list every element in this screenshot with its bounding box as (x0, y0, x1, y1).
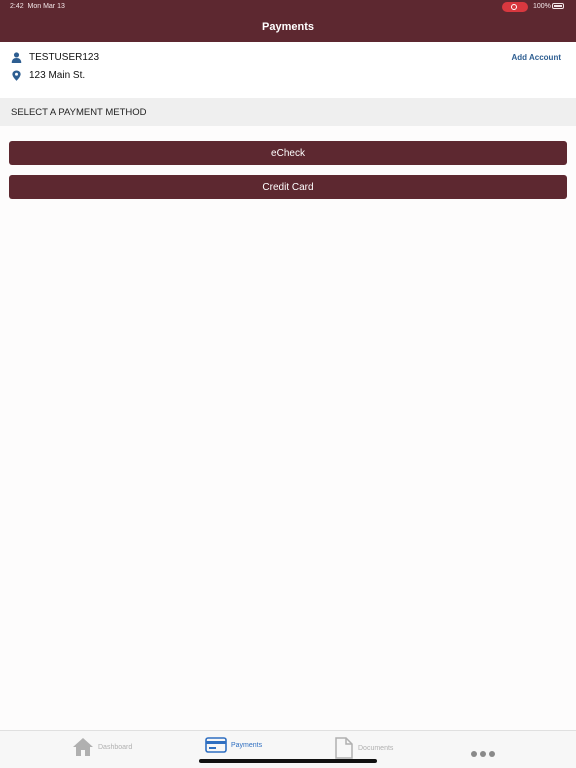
tab-dashboard-label: Dashboard (98, 743, 133, 751)
account-summary: TESTUSER123 123 Main St. Add Account (0, 42, 576, 98)
tab-payments[interactable]: Payments (205, 737, 262, 753)
battery-percent: 100% (533, 3, 551, 10)
more-dot (489, 751, 495, 757)
account-username: TESTUSER123 (29, 52, 100, 63)
document-icon (335, 737, 353, 759)
location-pin-icon (12, 70, 21, 81)
section-title: SELECT A PAYMENT METHOD (11, 107, 147, 118)
person-icon (11, 52, 22, 63)
status-time-text: 2:42 (10, 3, 24, 10)
account-address-row: 123 Main St. (11, 70, 85, 81)
tab-more[interactable] (471, 751, 498, 759)
section-header: SELECT A PAYMENT METHOD (0, 98, 576, 126)
status-bar: 2:42 Mon Mar 13 100% (0, 0, 576, 14)
battery-icon (552, 3, 564, 9)
tab-payments-label: Payments (231, 741, 263, 749)
more-dot (471, 751, 477, 757)
tab-dashboard[interactable]: Dashboard (72, 737, 132, 757)
status-date-text: Mon Mar 13 (27, 3, 65, 10)
status-time: 2:42 Mon Mar 13 (10, 3, 65, 10)
more-dot (480, 751, 486, 757)
home-indicator[interactable] (199, 759, 377, 763)
screen-recording-icon (502, 2, 528, 12)
echeck-button[interactable]: eCheck (9, 141, 567, 165)
page-title: Payments (262, 21, 314, 33)
credit-card-icon (205, 737, 227, 753)
credit-card-button[interactable]: Credit Card (9, 175, 567, 199)
account-address: 123 Main St. (29, 70, 86, 81)
account-user-row: TESTUSER123 (11, 52, 99, 63)
house-icon (73, 738, 93, 756)
tab-documents-label: Documents (358, 744, 394, 752)
more-icon (471, 751, 498, 759)
tab-documents[interactable]: Documents (334, 737, 393, 759)
add-account-link[interactable]: Add Account (512, 53, 561, 62)
navigation-bar: Payments (0, 14, 576, 42)
